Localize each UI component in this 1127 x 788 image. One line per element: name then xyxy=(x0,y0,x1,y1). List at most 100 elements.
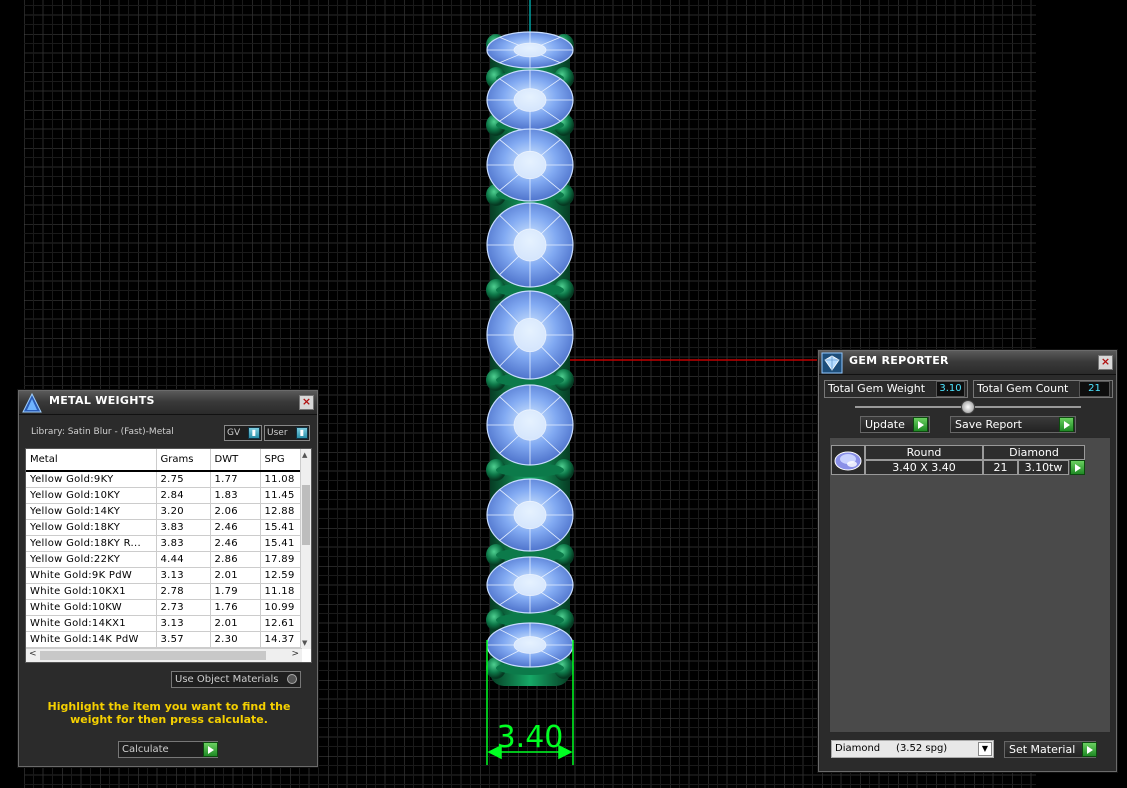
table-cell: 2.06 xyxy=(210,503,261,520)
go-arrow-icon[interactable] xyxy=(1059,417,1074,432)
table-cell: Yellow Gold:14KY xyxy=(26,503,157,520)
table-cell: 2.86 xyxy=(210,551,261,568)
column-header[interactable]: DWT xyxy=(210,449,261,472)
table-cell: Yellow Gold:22KY xyxy=(26,551,157,568)
table-row[interactable]: Yellow Gold:9KY 2.75 1.77 11.08 xyxy=(26,470,311,488)
metal-weights-icon xyxy=(22,392,42,413)
gv-toggle-label: GV xyxy=(227,428,241,438)
use-object-materials-toggle[interactable]: Use Object Materials xyxy=(171,671,301,688)
gem-stone[interactable] xyxy=(486,202,574,288)
gem-reporter-title: GEM REPORTER xyxy=(849,354,949,367)
table-cell: 2.46 xyxy=(210,535,261,552)
scroll-right-icon[interactable]: > xyxy=(291,649,299,659)
table-cell: White Gold:10KX1 xyxy=(26,583,157,600)
table-cell: 2.73 xyxy=(156,599,211,616)
metal-table[interactable]: Metal Grams DWT SPG Yellow Gold:9KY 2.75 1.77… xyxy=(25,448,312,663)
table-cell: White Gold:10KW xyxy=(26,599,157,616)
gem-reporter-titlebar[interactable]: GEM REPORTER × xyxy=(819,351,1116,375)
gem-weight-cell: 3.10tw xyxy=(1018,460,1069,475)
table-cell: 2.30 xyxy=(210,631,261,648)
gem-reporter-panel[interactable]: GEM REPORTER × Total Gem Weight 3.10 Tot… xyxy=(818,350,1117,772)
calculate-label: Calculate xyxy=(122,744,169,755)
gv-toggle[interactable]: GV ▮ xyxy=(224,425,262,441)
update-label: Update xyxy=(865,418,905,431)
gem-stone[interactable] xyxy=(486,69,574,131)
table-cell: White Gold:14K PdW xyxy=(26,631,157,648)
metal-table-vscroll[interactable]: ▲ ▼ xyxy=(300,449,311,649)
gem-stone[interactable] xyxy=(486,478,574,552)
metal-weights-panel[interactable]: METAL WEIGHTS × Library: Satin Blur - (F… xyxy=(18,390,318,767)
column-header[interactable]: Metal xyxy=(26,449,157,472)
table-row[interactable]: Yellow Gold:14KY 3.20 2.06 12.88 xyxy=(26,503,311,520)
table-cell: 3.13 xyxy=(156,615,211,632)
table-cell: White Gold:9K PdW xyxy=(26,567,157,584)
ring-model[interactable] xyxy=(486,31,574,679)
close-icon[interactable]: × xyxy=(1098,355,1113,370)
scroll-thumb[interactable] xyxy=(302,485,310,545)
metal-table-hscroll[interactable]: < > xyxy=(26,648,302,662)
table-row[interactable]: White Gold:14K PdW 3.57 2.30 14.37 xyxy=(26,631,311,648)
user-check-icon: ▮ xyxy=(296,427,308,439)
gem-stone[interactable] xyxy=(486,290,574,380)
table-cell: 3.83 xyxy=(156,535,211,552)
table-cell: Yellow Gold:10KY xyxy=(26,487,157,504)
gv-check-icon: ▮ xyxy=(248,427,260,439)
table-cell: 2.46 xyxy=(210,519,261,536)
table-row[interactable]: White Gold:10KW 2.73 1.76 10.99 xyxy=(26,599,311,616)
total-gem-weight-value: 3.10 xyxy=(936,381,965,397)
splitter-knob[interactable] xyxy=(961,400,975,414)
gem-stone[interactable] xyxy=(486,128,574,202)
scroll-down-icon[interactable]: ▼ xyxy=(302,639,307,647)
save-report-label: Save Report xyxy=(955,418,1022,431)
material-select[interactable]: Diamond (3.52 spg) ▼ xyxy=(831,740,994,758)
library-label: Library: Satin Blur - (Fast)-Metal xyxy=(31,427,174,437)
table-cell: 1.79 xyxy=(210,583,261,600)
dimension-label: 3.40 xyxy=(497,720,564,755)
table-row[interactable]: Yellow Gold:22KY 4.44 2.86 17.89 xyxy=(26,551,311,568)
close-icon[interactable]: × xyxy=(299,395,314,410)
metal-weights-title: METAL WEIGHTS xyxy=(49,394,155,407)
table-row[interactable]: Yellow Gold:10KY 2.84 1.83 11.45 xyxy=(26,487,311,504)
calculate-hint: Highlight the item you want to find the … xyxy=(47,700,291,726)
total-gem-count-value: 21 xyxy=(1079,381,1110,397)
gem-stone[interactable] xyxy=(486,384,574,466)
table-cell: Yellow Gold:18KY R... xyxy=(26,535,157,552)
go-arrow-icon[interactable] xyxy=(1082,742,1097,757)
table-cell: 2.01 xyxy=(210,615,261,632)
total-gem-count-label: Total Gem Count xyxy=(977,382,1069,395)
go-arrow-icon[interactable] xyxy=(913,417,928,432)
scroll-left-icon[interactable]: < xyxy=(29,649,37,659)
gem-stone[interactable] xyxy=(486,556,574,614)
go-arrow-icon[interactable] xyxy=(1070,460,1085,475)
table-row[interactable]: Yellow Gold:18KY 3.83 2.46 15.41 xyxy=(26,519,311,536)
total-gem-weight-label: Total Gem Weight xyxy=(828,382,926,395)
save-report-button[interactable]: Save Report xyxy=(950,416,1076,433)
metal-weights-titlebar[interactable]: METAL WEIGHTS × xyxy=(19,391,317,415)
gem-stone[interactable] xyxy=(486,622,574,668)
table-cell: 2.75 xyxy=(156,470,211,488)
table-cell: 2.84 xyxy=(156,487,211,504)
user-toggle[interactable]: User ▮ xyxy=(264,425,310,441)
table-cell: 1.83 xyxy=(210,487,261,504)
gem-size-cell: 3.40 X 3.40 xyxy=(865,460,983,475)
table-cell: 4.44 xyxy=(156,551,211,568)
table-cell: 1.77 xyxy=(210,470,261,488)
table-cell: 2.01 xyxy=(210,567,261,584)
table-row[interactable]: White Gold:14KX1 3.13 2.01 12.61 xyxy=(26,615,311,632)
scroll-up-icon[interactable]: ▲ xyxy=(302,451,307,459)
round-gem-icon xyxy=(834,451,862,471)
gem-stone[interactable] xyxy=(486,31,574,69)
table-cell: 3.57 xyxy=(156,631,211,648)
table-cell: Yellow Gold:18KY xyxy=(26,519,157,536)
gem-thumbnail[interactable] xyxy=(831,445,865,475)
table-row[interactable]: White Gold:9K PdW 3.13 2.01 12.59 xyxy=(26,567,311,584)
dropdown-arrow-icon[interactable]: ▼ xyxy=(978,742,992,756)
hscroll-thumb[interactable] xyxy=(40,651,266,660)
table-row[interactable]: White Gold:10KX1 2.78 1.79 11.18 xyxy=(26,583,311,600)
go-arrow-icon[interactable] xyxy=(203,742,218,757)
toggle-circle-icon xyxy=(287,674,297,684)
column-header[interactable]: Grams xyxy=(156,449,211,472)
table-cell: 1.76 xyxy=(210,599,261,616)
gem-list[interactable]: Round Diamond 3.40 X 3.40 21 3.10tw xyxy=(829,437,1111,733)
table-row[interactable]: Yellow Gold:18KY R... 3.83 2.46 15.41 xyxy=(26,535,311,552)
